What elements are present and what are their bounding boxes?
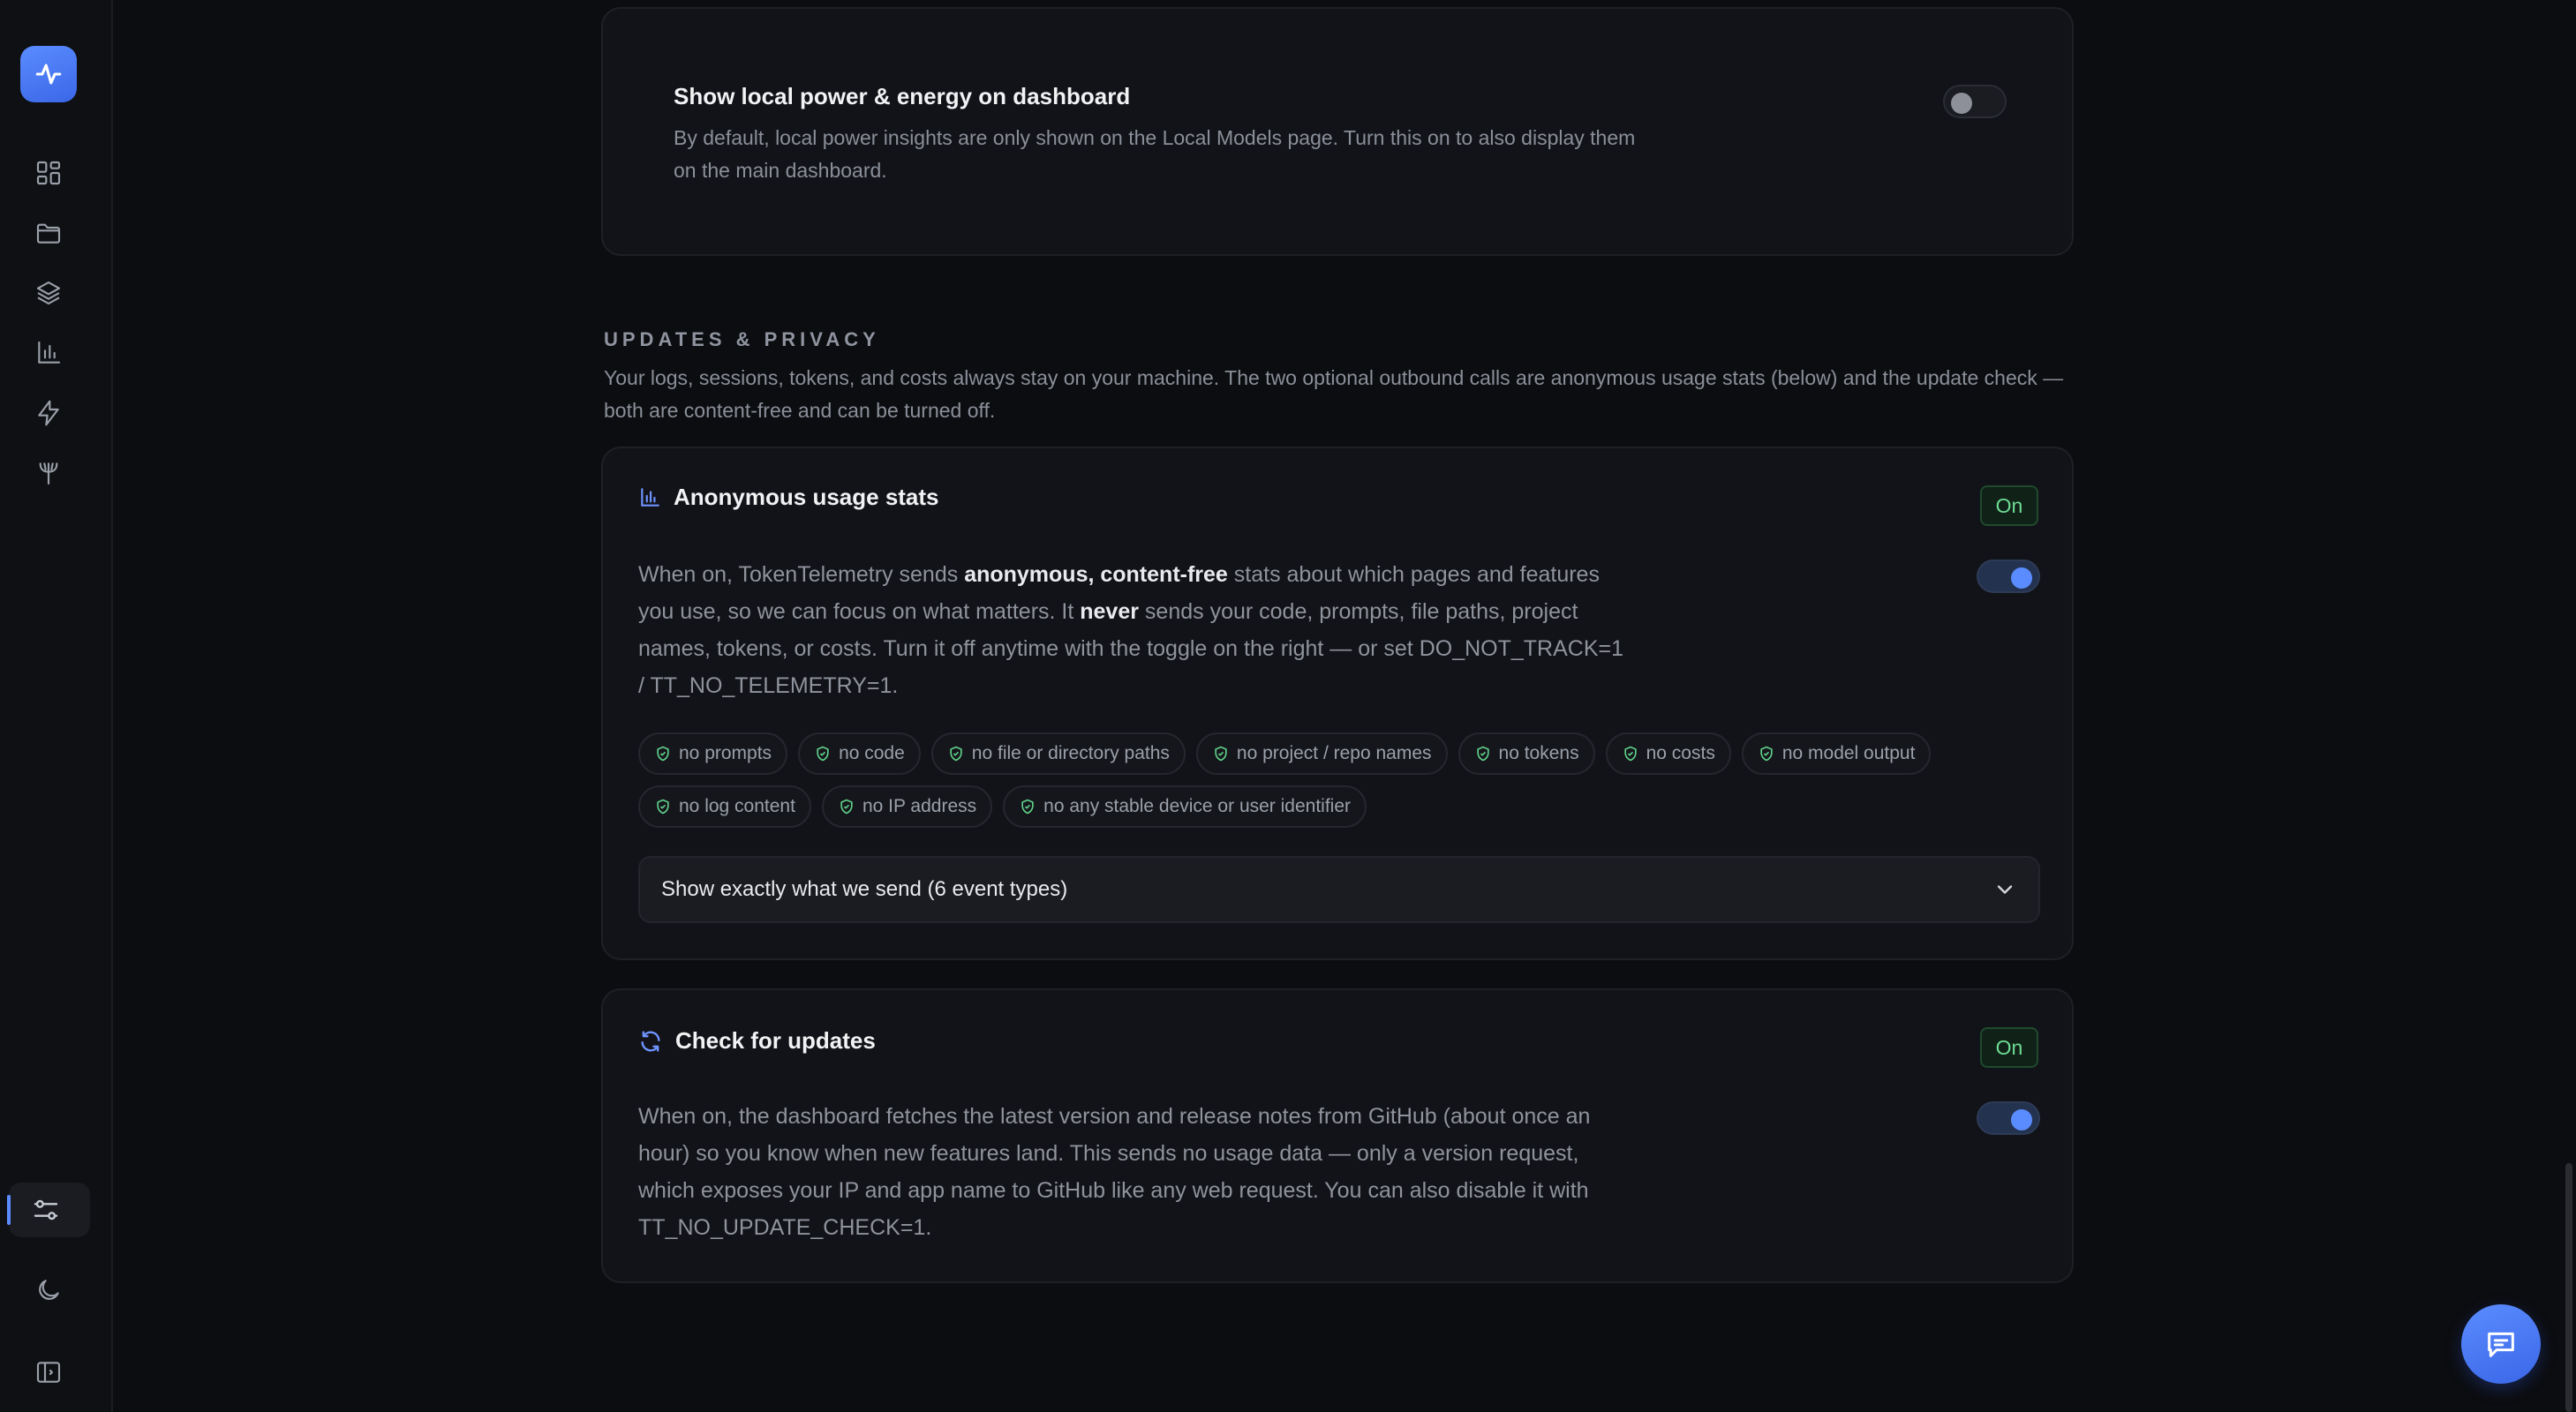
nav-tools[interactable] xyxy=(32,456,65,490)
usage-stats-description: When on, TokenTelemetry sends anonymous,… xyxy=(638,556,1627,704)
updates-title: Check for updates xyxy=(675,1027,876,1054)
chat-bubble-icon xyxy=(2488,1332,2514,1357)
lightning-icon xyxy=(38,400,59,426)
privacy-chip: no model output xyxy=(1741,732,1932,775)
privacy-chip: no log content xyxy=(638,785,811,828)
chevron-down-icon xyxy=(1997,885,2013,894)
desc-bold: never xyxy=(1080,599,1139,624)
usage-stats-toggle[interactable] xyxy=(1977,560,2040,593)
updates-header: Check for updates xyxy=(638,1027,876,1055)
folder-icon xyxy=(36,223,61,244)
chip-label: no log content xyxy=(679,796,795,816)
section-heading: UPDATES & PRIVACY xyxy=(604,328,880,350)
shield-check-icon xyxy=(840,799,853,815)
status-badge: On xyxy=(1980,1027,2038,1068)
power-dashboard-toggle[interactable] xyxy=(1943,85,2007,118)
bar-chart-icon xyxy=(641,487,659,507)
nav-models[interactable] xyxy=(32,276,65,310)
bar-chart-icon xyxy=(38,341,61,364)
chip-label: no file or directory paths xyxy=(971,743,1170,763)
chip-label: no model output xyxy=(1781,743,1916,763)
privacy-chip: no IP address xyxy=(821,785,993,828)
sidebar-toggle-icon xyxy=(36,1362,61,1383)
nav-dashboard[interactable] xyxy=(32,156,65,190)
nav-settings[interactable] xyxy=(7,1183,90,1237)
updates-toggle[interactable] xyxy=(1977,1101,2040,1135)
chip-label: no project / repo names xyxy=(1236,743,1432,763)
usage-stats-card: Anonymous usage stats On When on, TokenT… xyxy=(601,447,2074,960)
status-badge: On xyxy=(1980,485,2038,526)
privacy-chip: no costs xyxy=(1605,732,1731,775)
shield-check-icon xyxy=(817,746,829,762)
layers-icon xyxy=(36,281,61,305)
shield-check-icon xyxy=(1215,746,1227,762)
sidebar xyxy=(0,0,113,1412)
event-types-expander[interactable]: Show exactly what we send (6 event types… xyxy=(638,856,2040,923)
moon-icon xyxy=(39,1280,59,1300)
pitchfork-icon xyxy=(39,462,58,485)
updates-card: Check for updates On When on, the dashbo… xyxy=(601,988,2074,1283)
usage-stats-header: Anonymous usage stats xyxy=(638,484,939,511)
chip-label: no code xyxy=(839,743,905,763)
power-setting-title: Show local power & energy on dashboard xyxy=(674,83,1131,109)
shield-check-icon xyxy=(1760,746,1773,762)
updates-description: When on, the dashboard fetches the lates… xyxy=(638,1104,1591,1240)
theme-toggle[interactable] xyxy=(32,1273,65,1307)
desc-bold: anonymous, content-free xyxy=(964,562,1228,587)
privacy-chip: no code xyxy=(798,732,921,775)
app-logo[interactable] xyxy=(20,46,77,102)
chip-label: no costs xyxy=(1646,743,1715,763)
usage-stats-title: Anonymous usage stats xyxy=(674,484,939,510)
desc-part: When on, TokenTelemetry sends xyxy=(638,562,965,587)
privacy-chip: no tokens xyxy=(1457,732,1595,775)
chip-label: no IP address xyxy=(862,796,977,816)
shield-check-icon xyxy=(1021,799,1034,815)
nav-projects[interactable] xyxy=(32,216,65,250)
shield-check-icon xyxy=(1623,746,1637,762)
shield-check-icon xyxy=(1476,746,1489,762)
toggle-knob xyxy=(1951,93,1972,114)
local-power-card: Show local power & energy on dashboard B… xyxy=(601,7,2074,256)
settings-sliders-icon xyxy=(34,1199,58,1220)
privacy-chip: no any stable device or user identifier xyxy=(1003,785,1367,828)
feedback-chat-button[interactable] xyxy=(2461,1304,2541,1384)
section-description: Your logs, sessions, tokens, and costs a… xyxy=(604,366,2064,422)
dashboard-grid-icon xyxy=(36,161,61,185)
privacy-chip: no project / repo names xyxy=(1195,732,1448,775)
shield-check-icon xyxy=(657,799,669,815)
activity-pulse-icon xyxy=(35,64,62,85)
nav-activity[interactable] xyxy=(32,396,65,430)
privacy-chips: no prompts no code no file or directory … xyxy=(638,732,2051,828)
chip-label: no prompts xyxy=(679,743,772,763)
privacy-chip: no prompts xyxy=(638,732,788,775)
toggle-knob xyxy=(2011,1109,2032,1130)
privacy-chip: no file or directory paths xyxy=(930,732,1186,775)
toggle-knob xyxy=(2011,567,2032,589)
nav-analytics[interactable] xyxy=(32,336,65,370)
refresh-icon xyxy=(641,1030,660,1052)
power-setting-description: By default, local power insights are onl… xyxy=(674,126,1636,182)
scrollbar-thumb[interactable] xyxy=(2565,1163,2572,1412)
shield-check-icon xyxy=(950,746,962,762)
chip-label: no tokens xyxy=(1498,743,1579,763)
collapse-sidebar-button[interactable] xyxy=(32,1356,65,1389)
shield-check-icon xyxy=(657,746,669,762)
chip-label: no any stable device or user identifier xyxy=(1043,796,1352,816)
expander-label: Show exactly what we send (6 event types… xyxy=(661,877,1068,901)
